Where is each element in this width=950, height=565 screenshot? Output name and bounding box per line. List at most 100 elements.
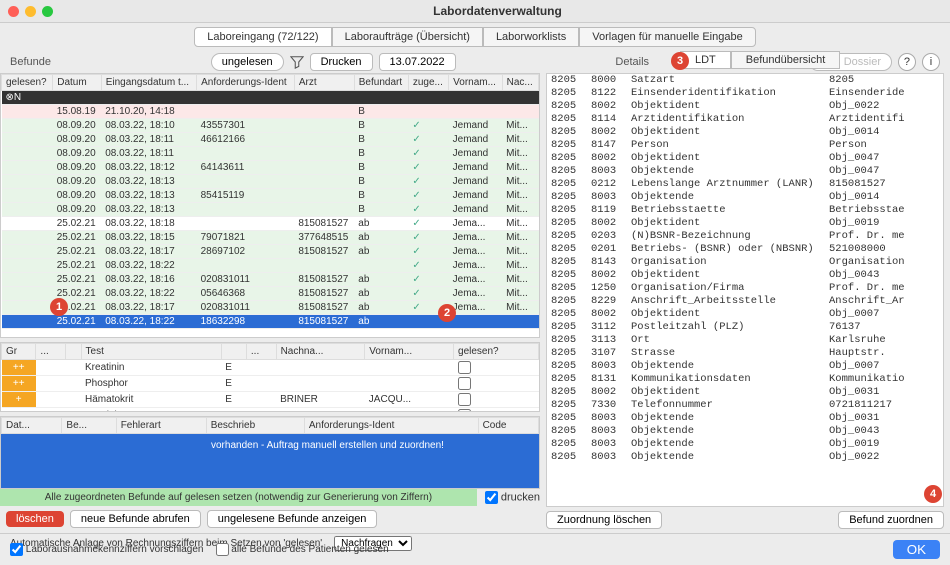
col-header[interactable]: [66, 344, 81, 360]
table-row[interactable]: 25.02.2108.03.22, 18:1728697102815081527…: [2, 245, 539, 259]
laborausnahme-checkbox[interactable]: Laborausnahmekennziffern vorschlagen: [10, 543, 204, 556]
detail-row[interactable]: 82057330Telefonnummer0721811217: [547, 399, 943, 412]
table-row[interactable]: 25.02.2108.03.22, 18:18815081527ab✓Jema.…: [2, 217, 539, 231]
col-header[interactable]: Gr: [2, 344, 36, 360]
col-header[interactable]: zuge...: [408, 75, 448, 91]
col-header[interactable]: ...: [36, 344, 66, 360]
detail-row[interactable]: 82058002ObjektidentObj_0022: [547, 100, 943, 113]
detail-row[interactable]: 82058002ObjektidentObj_0014: [547, 126, 943, 139]
col-header[interactable]: Nachna...: [276, 344, 365, 360]
detail-row[interactable]: 82053107StrasseHauptstr.: [547, 347, 943, 360]
zuordnung-loeschen-button[interactable]: Zuordnung löschen: [546, 511, 662, 529]
detail-row[interactable]: 82058147PersonPerson: [547, 139, 943, 152]
gelesen-checkbox[interactable]: [458, 409, 471, 412]
tab-vorlagen-f-r-manuelle-eingabe[interactable]: Vorlagen für manuelle Eingabe: [579, 27, 755, 47]
date-field[interactable]: 13.07.2022: [379, 53, 456, 71]
loeschen-button[interactable]: löschen: [6, 511, 64, 527]
maximize-icon[interactable]: [42, 6, 53, 17]
tab-laborworklists[interactable]: Laborworklists: [483, 27, 579, 47]
drucken-button[interactable]: Drucken: [310, 53, 373, 71]
table-row[interactable]: 08.09.2008.03.22, 18:13B✓JemandMit...: [2, 203, 539, 217]
table-row[interactable]: 08.09.2008.03.22, 18:1385415119B✓JemandM…: [2, 189, 539, 203]
table-row[interactable]: 08.09.2008.03.22, 18:1146612166B✓JemandM…: [2, 133, 539, 147]
table-row[interactable]: +HämatokritEBRINERJACQU...: [2, 392, 539, 408]
col-header[interactable]: Vornam...: [365, 344, 454, 360]
col-header[interactable]: Be...: [62, 418, 116, 434]
filter-icon[interactable]: [290, 55, 304, 69]
col-header[interactable]: Anforderungs-Ident: [304, 418, 478, 434]
table-row[interactable]: 25.02.2108.03.22, 18:1579071821377648515…: [2, 231, 539, 245]
befund-zuordnen-button[interactable]: Befund zuordnen: [838, 511, 944, 529]
detail-list[interactable]: 82058000Satzart820582058122Einsenderiden…: [546, 73, 944, 507]
neue-befunde-button[interactable]: neue Befunde abrufen: [70, 510, 201, 528]
table-row[interactable]: 15.08.1921.10.20, 14:18B: [2, 105, 539, 119]
detail-row[interactable]: 82058002ObjektidentObj_0031: [547, 386, 943, 399]
detail-row[interactable]: 82058114ArztidentifikationArztidentifi: [547, 113, 943, 126]
table-row[interactable]: 25.02.2108.03.22, 18:1602083101181508152…: [2, 273, 539, 287]
table-row[interactable]: ++KreatininE: [2, 360, 539, 376]
ungelesene-befunde-button[interactable]: ungelesene Befunde anzeigen: [207, 510, 378, 528]
table-row[interactable]: 25.02.2108.03.22, 18:2205646368815081527…: [2, 287, 539, 301]
col-header[interactable]: ...: [246, 344, 276, 360]
col-header[interactable]: Datum: [53, 75, 101, 91]
ok-button[interactable]: OK: [893, 540, 940, 559]
detail-row[interactable]: 82051250Organisation/FirmaProf. Dr. me: [547, 282, 943, 295]
detail-row[interactable]: 82058003ObjektendeObj_0019: [547, 438, 943, 451]
detail-row[interactable]: 82058131KommunikationsdatenKommunikatio: [547, 373, 943, 386]
close-icon[interactable]: [8, 6, 19, 17]
table-row[interactable]: 25.02.2108.03.22, 18:1702083101181508152…: [2, 301, 539, 315]
detail-row[interactable]: 82058002ObjektidentObj_0047: [547, 152, 943, 165]
col-header[interactable]: Befundart: [354, 75, 408, 91]
detail-row[interactable]: 82058119BetriebsstaetteBetriebsstae: [547, 204, 943, 217]
detail-row[interactable]: 82050212Lebenslange Arztnummer (LANR)815…: [547, 178, 943, 191]
detail-row[interactable]: 82058122EinsenderidentifikationEinsender…: [547, 87, 943, 100]
detail-row[interactable]: 82058003ObjektendeObj_0043: [547, 425, 943, 438]
table-row[interactable]: -Reaktives ProteE: [2, 408, 539, 413]
table-row[interactable]: ⊗N: [2, 91, 539, 105]
col-header[interactable]: Dat...: [2, 418, 62, 434]
detail-row[interactable]: 82058143OrganisationOrganisation: [547, 256, 943, 269]
detail-row[interactable]: 82058003ObjektendeObj_0047: [547, 165, 943, 178]
detail-row[interactable]: 82058003ObjektendeObj_0007: [547, 360, 943, 373]
tab-laboreingang-72-122-[interactable]: Laboreingang (72/122): [194, 27, 331, 47]
col-header[interactable]: [221, 344, 246, 360]
col-header[interactable]: Nac...: [502, 75, 538, 91]
table-row[interactable]: 08.09.2008.03.22, 18:11B✓JemandMit...: [2, 147, 539, 161]
detail-row[interactable]: 82050201Betriebs- (BSNR) oder (NBSNR)521…: [547, 243, 943, 256]
detail-row[interactable]: 82058003ObjektendeObj_0022: [547, 451, 943, 464]
table-row[interactable]: 08.09.2008.03.22, 18:1264143611B✓JemandM…: [2, 161, 539, 175]
sub-table[interactable]: Gr...Test...Nachna...Vornam...gelesen? +…: [1, 343, 539, 412]
gelesen-checkbox[interactable]: [458, 377, 471, 390]
minimize-icon[interactable]: [25, 6, 36, 17]
ungelesen-button[interactable]: ungelesen: [211, 53, 284, 71]
help-icon[interactable]: ?: [898, 53, 916, 71]
col-header[interactable]: Eingangsdatum t...: [101, 75, 196, 91]
detail-row[interactable]: 82058002ObjektidentObj_0007: [547, 308, 943, 321]
col-header[interactable]: Anforderungs-Ident: [197, 75, 295, 91]
detail-row[interactable]: 82058003ObjektendeObj_0031: [547, 412, 943, 425]
detail-row[interactable]: 82058002ObjektidentObj_0019: [547, 217, 943, 230]
table-row[interactable]: ++PhosphorE: [2, 376, 539, 392]
detail-tab-befundübersicht[interactable]: Befundübersicht: [731, 51, 841, 69]
info-icon[interactable]: i: [922, 53, 940, 71]
drucken-checkbox[interactable]: drucken: [485, 491, 540, 504]
col-header[interactable]: Code: [478, 418, 538, 434]
gelesen-checkbox[interactable]: [458, 361, 471, 374]
tab-laborauftr-ge-bersicht-[interactable]: Laboraufträge (Übersicht): [332, 27, 483, 47]
detail-row[interactable]: 82053113OrtKarlsruhe: [547, 334, 943, 347]
detail-row[interactable]: 82058003ObjektendeObj_0014: [547, 191, 943, 204]
detail-row[interactable]: 82053112Postleitzahl (PLZ)76137: [547, 321, 943, 334]
col-header[interactable]: Beschrieb: [206, 418, 304, 434]
table-row[interactable]: 08.09.2008.03.22, 18:13B✓JemandMit...: [2, 175, 539, 189]
table-row[interactable]: 25.02.2108.03.22, 18:2218632298815081527…: [2, 315, 539, 329]
top-table[interactable]: gelesen?DatumEingangsdatum t...Anforderu…: [1, 74, 539, 329]
col-header[interactable]: Vornam...: [449, 75, 503, 91]
gelesen-checkbox[interactable]: [458, 393, 471, 406]
col-header[interactable]: gelesen?: [2, 75, 53, 91]
detail-row[interactable]: 82058002ObjektidentObj_0043: [547, 269, 943, 282]
detail-row[interactable]: 82058000Satzart8205: [547, 74, 943, 87]
detail-row[interactable]: 82050203(N)BSNR-BezeichnungProf. Dr. me: [547, 230, 943, 243]
col-header[interactable]: Fehlerart: [116, 418, 206, 434]
col-header[interactable]: Arzt: [294, 75, 354, 91]
alle-befunde-checkbox[interactable]: alle Befunde des Patienten gelesen: [216, 543, 389, 556]
